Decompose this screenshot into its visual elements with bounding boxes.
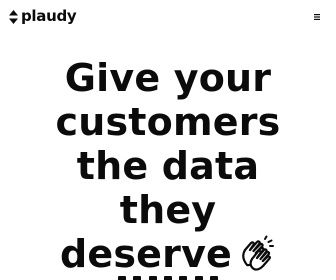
peek-glyph	[133, 276, 142, 280]
hero-section: Give your customers the data they deserv…	[0, 56, 336, 276]
headline-line-text: deserve	[59, 232, 233, 276]
peek-glyph	[194, 276, 203, 280]
headline-line: they	[119, 188, 217, 232]
headline-line: customers	[55, 100, 281, 144]
peek-glyph	[163, 276, 172, 280]
brand-name: plaudy	[21, 7, 77, 25]
headline-line: the data	[76, 144, 260, 188]
peek-glyph	[179, 276, 188, 280]
next-line-peek	[118, 276, 218, 280]
menu-button[interactable]	[312, 12, 322, 22]
hero-headline: Give your customers the data they deserv…	[0, 56, 336, 276]
site-header: plaudy	[0, 0, 336, 34]
peek-glyph	[209, 276, 218, 280]
peek-glyph	[148, 276, 157, 280]
up-down-arrows-icon	[9, 9, 18, 24]
headline-line: Give your	[64, 56, 272, 100]
headline-last-line: deserve	[0, 232, 336, 276]
peek-glyph	[118, 276, 126, 280]
clapping-hands-icon	[238, 235, 276, 273]
brand-logo-link[interactable]: plaudy	[9, 7, 77, 25]
hamburger-menu-icon	[312, 12, 322, 22]
